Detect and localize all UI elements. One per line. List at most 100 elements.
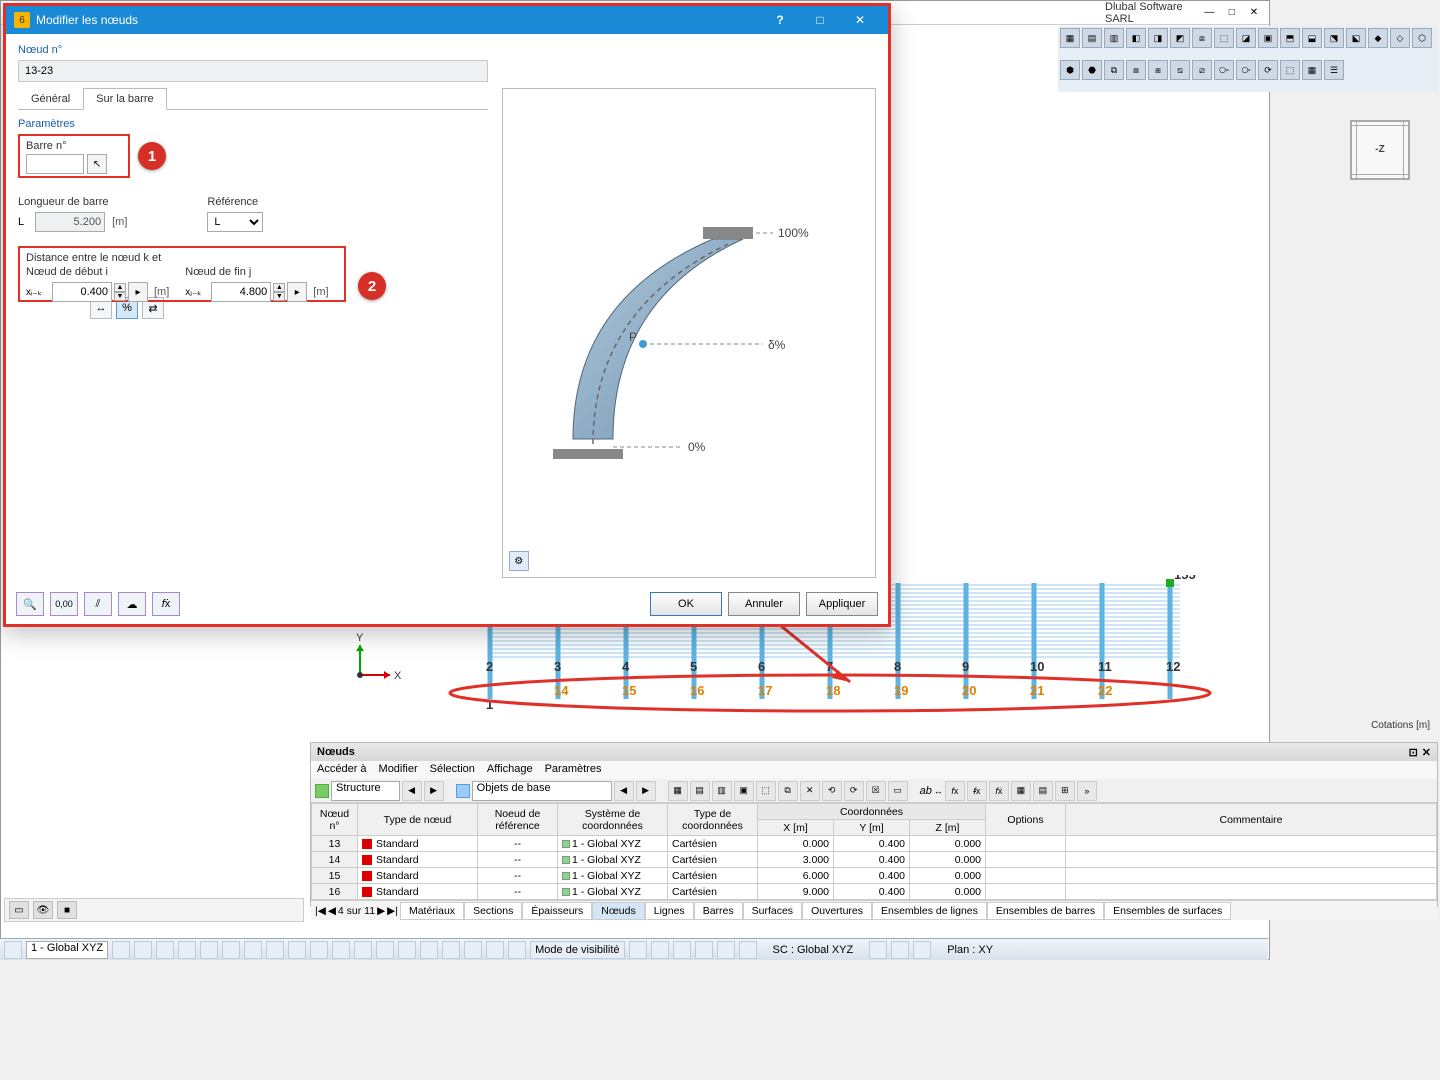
sb-icon[interactable]	[695, 941, 713, 959]
col-comm[interactable]: Commentaire	[1066, 804, 1437, 836]
toolbar-icon[interactable]: ◆	[1368, 28, 1388, 48]
tb-icon[interactable]: ⬚	[756, 781, 776, 801]
sb-icon[interactable]	[332, 941, 350, 959]
toolbar-icon[interactable]: ⬡	[1412, 28, 1432, 48]
fx-all-icon[interactable]: fẋ	[989, 781, 1009, 801]
pick-member-icon[interactable]: ↖	[87, 154, 107, 174]
formula-icon[interactable]: fẋ	[152, 592, 180, 616]
sb-icon[interactable]	[420, 941, 438, 959]
mode-visibilite[interactable]: Mode de visibilité	[530, 941, 624, 959]
cloud-icon[interactable]: ☁	[118, 592, 146, 616]
sb-icon[interactable]	[464, 941, 482, 959]
toolbar-icon[interactable]: ⧈	[1192, 28, 1212, 48]
barre-no-input[interactable]	[26, 154, 84, 174]
toolbar-icon[interactable]: ⧂	[1236, 60, 1256, 80]
sb-icon[interactable]	[651, 941, 669, 959]
dialog-title-bar[interactable]: 6 Modifier les nœuds ? □ ✕	[6, 6, 888, 34]
spin-down-icon[interactable]: ▼	[273, 292, 285, 301]
spin-up-icon[interactable]: ▲	[114, 283, 126, 292]
toolbar-icon[interactable]: ▣	[1258, 28, 1278, 48]
help-icon[interactable]: ?	[760, 8, 800, 32]
tab-general[interactable]: Général	[18, 88, 83, 109]
table-row[interactable]: 15Standard--1 - Global XYZCartésien6.000…	[312, 868, 1437, 884]
tb-icon[interactable]: ▦	[1011, 781, 1031, 801]
tb-icon[interactable]: ▣	[734, 781, 754, 801]
sb-icon[interactable]	[913, 941, 931, 959]
toolbar-icon[interactable]: ⧄	[1192, 60, 1212, 80]
more-icon[interactable]: »	[1077, 781, 1097, 801]
col-z[interactable]: Z [m]	[910, 820, 986, 836]
col-sys[interactable]: Système de coordonnées	[558, 804, 668, 836]
reference-select[interactable]: L	[207, 212, 263, 232]
table-row[interactable]: 16Standard--1 - Global XYZCartésien9.000…	[312, 884, 1437, 900]
tb-icon[interactable]: ✕	[800, 781, 820, 801]
nav-next-icon[interactable]: ▶	[377, 905, 385, 917]
sb-icon[interactable]	[442, 941, 460, 959]
bottom-tab[interactable]: Matériaux	[400, 902, 464, 920]
minimize-icon[interactable]: —	[1198, 4, 1220, 22]
camera-icon[interactable]: ■	[57, 901, 77, 919]
xjk-input[interactable]	[211, 282, 271, 302]
bottom-tab[interactable]: Ouvertures	[802, 902, 872, 920]
step-right-icon[interactable]: ▸	[287, 282, 307, 302]
toolbar-icon[interactable]: ▤	[1082, 28, 1102, 48]
step-right-icon[interactable]: ▸	[128, 282, 148, 302]
units-icon[interactable]: 0,00	[50, 592, 78, 616]
menu-acceder[interactable]: Accéder à	[317, 763, 367, 777]
col-opt[interactable]: Options	[986, 804, 1066, 836]
table-row[interactable]: 13Standard--1 - Global XYZCartésien0.000…	[312, 836, 1437, 852]
nav-prev2-icon[interactable]: ◀	[614, 781, 634, 801]
nav-next2-icon[interactable]: ▶	[636, 781, 656, 801]
tb-icon[interactable]: ☒	[866, 781, 886, 801]
bottom-tab[interactable]: Lignes	[645, 902, 694, 920]
tb-icon[interactable]: ⟲	[822, 781, 842, 801]
col-ref[interactable]: Noeud de référence	[478, 804, 558, 836]
table-row[interactable]: 14Standard--1 - Global XYZCartésien3.000…	[312, 852, 1437, 868]
pin-icon[interactable]: ⊡	[1409, 746, 1418, 759]
tb-icon[interactable]: ⧉	[778, 781, 798, 801]
sb-icon[interactable]	[673, 941, 691, 959]
nav-last-icon[interactable]: ▶|	[387, 905, 398, 917]
sb-icon[interactable]	[4, 941, 22, 959]
sb-icon[interactable]	[178, 941, 196, 959]
xik-input[interactable]	[52, 282, 112, 302]
node-no-input[interactable]	[18, 60, 488, 82]
sb-icon[interactable]	[266, 941, 284, 959]
sb-icon[interactable]	[310, 941, 328, 959]
menu-selection[interactable]: Sélection	[430, 763, 475, 777]
sb-icon[interactable]	[354, 941, 372, 959]
sb-icon[interactable]	[717, 941, 735, 959]
toolbar-icon[interactable]: ⬒	[1280, 28, 1300, 48]
sb-icon[interactable]	[398, 941, 416, 959]
bottom-tab[interactable]: Sections	[464, 902, 522, 920]
sb-icon[interactable]	[200, 941, 218, 959]
sb-icon[interactable]	[869, 941, 887, 959]
toolbar-icon[interactable]: ⬔	[1324, 28, 1344, 48]
sb-icon[interactable]	[629, 941, 647, 959]
menu-parametres[interactable]: Paramètres	[545, 763, 602, 777]
toolbar-icon[interactable]: ⧃	[1214, 60, 1234, 80]
open-panel-icon[interactable]: ▭	[9, 901, 29, 919]
toolbar-icon[interactable]: ⬢	[1060, 60, 1080, 80]
apply-button[interactable]: Appliquer	[806, 592, 878, 616]
bottom-tab[interactable]: Nœuds	[592, 902, 644, 920]
nav-prev-icon[interactable]: ◀	[402, 781, 422, 801]
toolbar-icon[interactable]: ◪	[1236, 28, 1256, 48]
tb-icon[interactable]: ⟳	[844, 781, 864, 801]
preview-settings-icon[interactable]: ⚙	[509, 551, 529, 571]
nav-next-icon[interactable]: ▶	[424, 781, 444, 801]
toolbar-icon[interactable]: ▥	[1104, 28, 1124, 48]
sb-icon[interactable]	[244, 941, 262, 959]
search-icon[interactable]: 🔍	[16, 592, 44, 616]
bottom-tab[interactable]: Barres	[694, 902, 743, 920]
sb-icon[interactable]	[508, 941, 526, 959]
toolbar-icon[interactable]: ⬚	[1280, 60, 1300, 80]
tb-icon[interactable]: ▭	[888, 781, 908, 801]
toolbar-icon[interactable]: ◩	[1170, 28, 1190, 48]
tb-icon[interactable]: ▦	[668, 781, 688, 801]
menu-modifier[interactable]: Modifier	[379, 763, 418, 777]
toolbar-icon[interactable]: ⬓	[1302, 28, 1322, 48]
sb-icon[interactable]	[376, 941, 394, 959]
structure-combo[interactable]: Structure	[331, 781, 400, 801]
tb-icon[interactable]: ▤	[690, 781, 710, 801]
